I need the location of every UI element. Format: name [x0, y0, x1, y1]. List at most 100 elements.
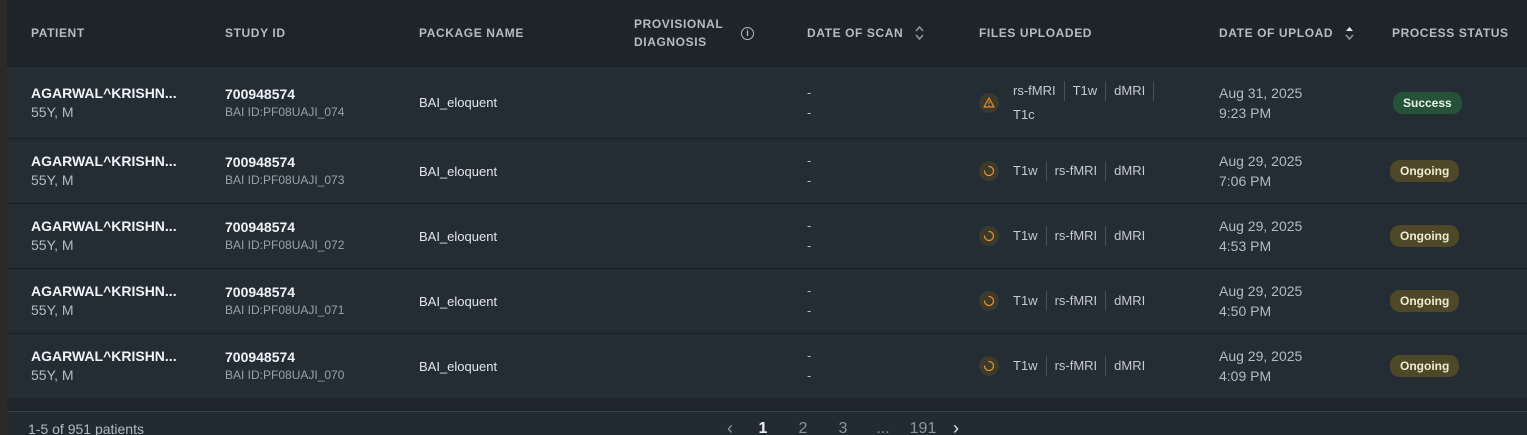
scan-date-cell: - - — [807, 139, 811, 203]
scan-time: - — [807, 238, 812, 253]
scan-date: - — [807, 348, 812, 363]
header-patient: PATIENT — [31, 0, 85, 66]
status-badge: Success — [1393, 91, 1462, 114]
file-chip: T1w — [1065, 80, 1107, 101]
scan-time: - — [807, 368, 812, 383]
scan-date-cell: - - — [807, 334, 811, 398]
chevron-left-icon[interactable]: ‹ — [717, 418, 743, 435]
package-cell: BAI_eloquent — [419, 204, 497, 268]
bai-id: BAI ID:PF08UAJI_074 — [225, 104, 345, 119]
patient-age-sex: 55Y, M — [31, 237, 74, 253]
header-files-uploaded: FILES UPLOADED — [979, 0, 1092, 66]
header-study-id-label: STUDY ID — [225, 26, 286, 40]
status-badge: Ongoing — [1390, 355, 1460, 377]
header-provisional-line2: DIAGNOSIS — [634, 35, 707, 49]
status-badge: Ongoing — [1390, 160, 1460, 182]
loading-icon — [979, 226, 999, 246]
status-badge: Ongoing — [1390, 290, 1460, 312]
file-chip-list: rs-fMRI T1w dMRI T1c — [1005, 79, 1180, 127]
file-chip: rs-fMRI — [1047, 291, 1107, 311]
files-cell: rs-fMRI T1w dMRI T1c — [979, 67, 1180, 138]
header-study-id: STUDY ID — [225, 0, 286, 66]
file-chip: T1w — [1005, 356, 1047, 376]
page-button[interactable]: 1 — [743, 420, 783, 435]
study-cell: 700948574 BAI ID:PF08UAJI_072 — [225, 204, 344, 268]
package-name: BAI_eloquent — [419, 358, 498, 374]
sort-active-icon[interactable] — [1345, 25, 1354, 41]
patient-age-sex: 55Y, M — [31, 103, 74, 120]
table-footer: 1-5 of 951 patients ‹ 1 2 3 ... 191 › — [7, 411, 1527, 435]
table-row[interactable]: AGARWAL^KRISHN... 55Y, M 700948574 BAI I… — [7, 138, 1527, 203]
upload-date: Aug 31, 2025 — [1219, 84, 1303, 101]
study-id: 700948574 — [225, 349, 296, 365]
patient-age-sex: 55Y, M — [31, 367, 74, 383]
scan-time: - — [807, 104, 812, 120]
status-cell: Ongoing — [1390, 334, 1460, 398]
status-cell: Ongoing — [1390, 269, 1460, 333]
patient-age-sex: 55Y, M — [31, 302, 74, 318]
status-badge: Ongoing — [1390, 225, 1460, 247]
package-cell: BAI_eloquent — [419, 334, 497, 398]
patient-cell: AGARWAL^KRISHN... 55Y, M — [31, 67, 177, 138]
status-cell: Ongoing — [1390, 204, 1460, 268]
patient-name[interactable]: AGARWAL^KRISHN... — [31, 282, 177, 300]
files-cell: T1w rs-fMRI dMRI — [979, 269, 1225, 333]
file-chip-list: T1w rs-fMRI dMRI — [1005, 224, 1225, 248]
patient-name[interactable]: AGARWAL^KRISHN... — [31, 152, 177, 170]
package-cell: BAI_eloquent — [419, 67, 497, 138]
study-cell: 700948574 BAI ID:PF08UAJI_074 — [225, 67, 344, 138]
chevron-right-icon[interactable]: › — [943, 418, 969, 435]
study-id: 700948574 — [225, 154, 296, 170]
table-row[interactable]: AGARWAL^KRISHN... 55Y, M 700948574 BAI I… — [7, 333, 1527, 398]
upload-date: Aug 29, 2025 — [1219, 283, 1303, 299]
files-cell: T1w rs-fMRI dMRI — [979, 334, 1225, 398]
file-chip: dMRI — [1114, 228, 1146, 243]
table-row[interactable]: AGARWAL^KRISHN... 55Y, M 700948574 BAI I… — [7, 268, 1527, 333]
bai-id: BAI ID:PF08UAJI_072 — [225, 238, 345, 252]
upload-date-cell: Aug 29, 2025 4:09 PM — [1219, 334, 1302, 398]
info-icon[interactable]: i — [741, 26, 755, 40]
file-chip: T1w — [1005, 226, 1047, 246]
upload-date-cell: Aug 29, 2025 4:50 PM — [1219, 269, 1302, 333]
sort-icon[interactable] — [915, 25, 924, 41]
patient-name[interactable]: AGARWAL^KRISHN... — [31, 347, 177, 365]
scan-time: - — [807, 173, 812, 188]
loading-icon — [979, 161, 999, 181]
header-date-of-upload[interactable]: DATE OF UPLOAD — [1219, 0, 1354, 66]
upload-time: 4:50 PM — [1219, 303, 1272, 319]
header-provisional-line1: PROVISIONAL — [634, 17, 724, 31]
table-row[interactable]: AGARWAL^KRISHN... 55Y, M 700948574 BAI I… — [7, 66, 1527, 138]
patient-name[interactable]: AGARWAL^KRISHN... — [31, 217, 177, 235]
warning-icon — [979, 92, 999, 113]
result-count: 1-5 of 951 patients — [28, 421, 144, 435]
patient-name[interactable]: AGARWAL^KRISHN... — [31, 84, 177, 102]
page-button[interactable]: 191 — [903, 420, 943, 435]
study-id: 700948574 — [225, 284, 296, 300]
bai-id: BAI ID:PF08UAJI_071 — [225, 303, 345, 317]
page-button[interactable]: 3 — [823, 420, 863, 435]
loading-icon — [979, 356, 999, 376]
patient-cell: AGARWAL^KRISHN... 55Y, M — [31, 139, 177, 203]
bai-id: BAI ID:PF08UAJI_073 — [225, 173, 345, 187]
upload-date-cell: Aug 31, 2025 9:23 PM — [1219, 67, 1302, 138]
scan-date-cell: - - — [807, 67, 811, 138]
file-chip: rs-fMRI — [1047, 226, 1107, 246]
file-chip-list: T1w rs-fMRI dMRI — [1005, 159, 1225, 183]
patient-cell: AGARWAL^KRISHN... 55Y, M — [31, 269, 177, 333]
package-name: BAI_eloquent — [419, 293, 498, 309]
header-process-status-label: PROCESS STATUS — [1392, 26, 1509, 40]
scan-date: - — [807, 153, 812, 168]
table-row[interactable]: AGARWAL^KRISHN... 55Y, M 700948574 BAI I… — [7, 203, 1527, 268]
header-provisional-diagnosis: PROVISIONAL DIAGNOSIS i — [634, 0, 755, 66]
header-date-of-scan[interactable]: DATE OF SCAN — [807, 0, 924, 66]
study-id: 700948574 — [225, 219, 296, 235]
file-chip: dMRI — [1114, 358, 1146, 373]
study-id: 700948574 — [225, 85, 296, 102]
header-package-name-label: PACKAGE NAME — [419, 26, 524, 40]
table-header: PATIENT STUDY ID PACKAGE NAME PROVISIONA… — [7, 0, 1527, 66]
package-name: BAI_eloquent — [419, 163, 498, 179]
patients-table: PATIENT STUDY ID PACKAGE NAME PROVISIONA… — [7, 0, 1527, 435]
package-name: BAI_eloquent — [419, 228, 498, 244]
upload-time: 9:23 PM — [1219, 104, 1272, 121]
page-button[interactable]: 2 — [783, 420, 823, 435]
